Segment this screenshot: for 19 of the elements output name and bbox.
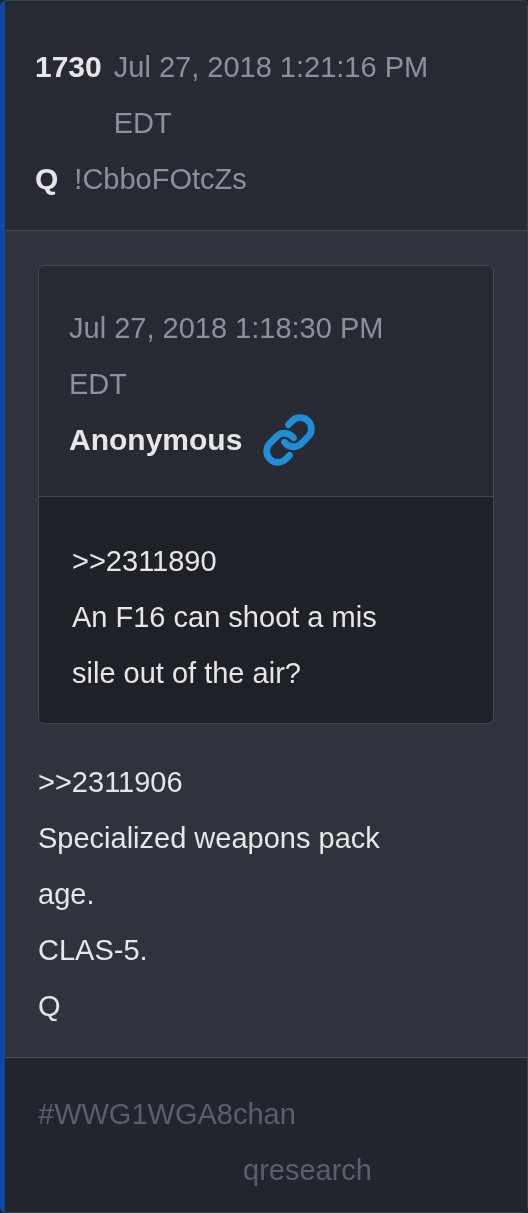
board-name: qresearch [242, 1153, 373, 1188]
post-text-line: age. [38, 877, 96, 912]
quote-text-line: >>2311890 [72, 544, 218, 579]
quote-text-line: sile out of the air? [72, 656, 302, 691]
author-name: Q [35, 161, 59, 197]
tripcode: !CbboFOtcZs [74, 162, 247, 197]
post-text-line: >>2311906 [38, 765, 184, 800]
post-number: 1730 [35, 49, 102, 85]
link-icon[interactable] [262, 413, 317, 467]
hashtag-text: #WWG1WGA8chan [38, 1097, 297, 1132]
post-text-line: Q [38, 989, 62, 1024]
quote-date: Jul 27, 2018 1:18:30 PM [69, 311, 385, 346]
post-text-line: Specialized weapons pack [38, 821, 381, 856]
quote-text-line: An F16 can shoot a mis [72, 600, 378, 635]
quote-author: Anonymous [69, 422, 243, 458]
quote-timezone: EDT [69, 367, 128, 402]
post-text-line: CLAS-5. [38, 933, 149, 968]
post-timezone: EDT [113, 106, 173, 141]
post-date: Jul 27, 2018 1:21:16 PM [113, 50, 429, 85]
